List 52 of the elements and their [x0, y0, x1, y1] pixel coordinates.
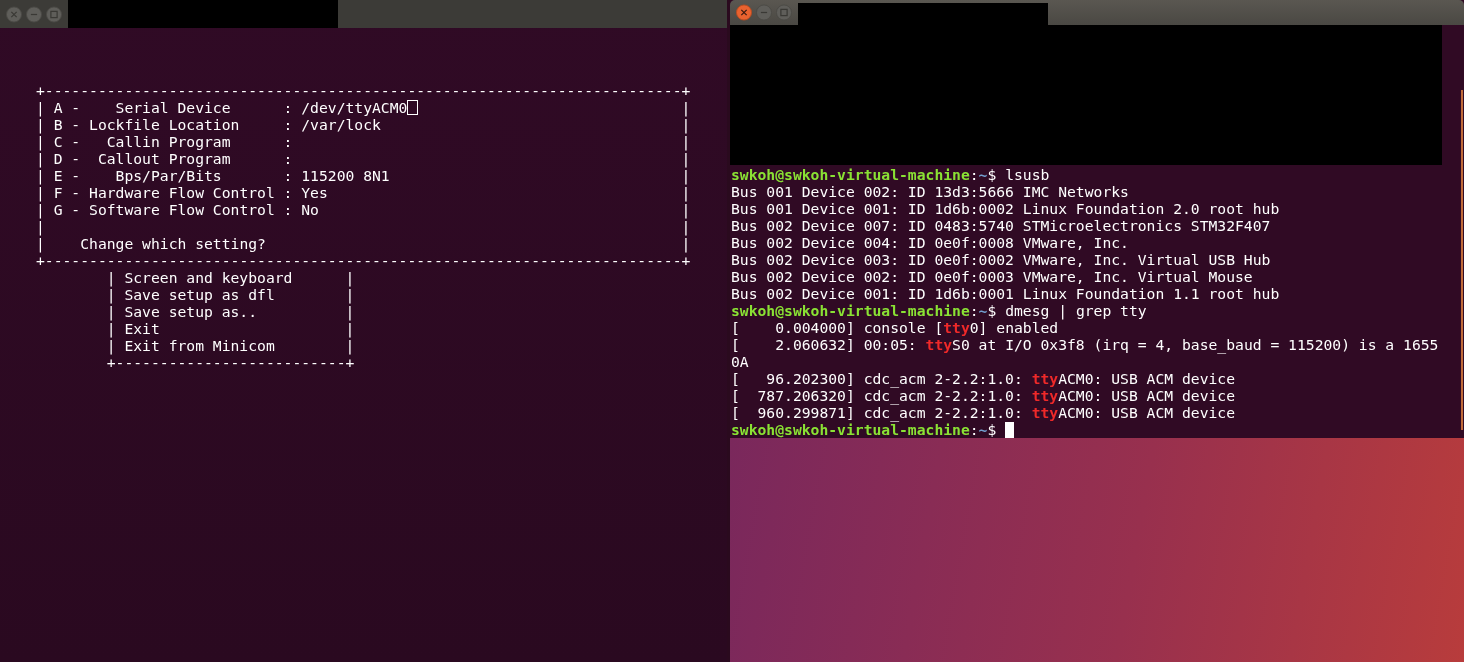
- terminal-line: [ 960.299871] cdc_acm 2-2.2:1.0: ttyACM0: USB ACM device: [731, 404, 1236, 421]
- terminal-line: Bus 002 Device 007: ID 0483:5740 STMicroelectronics STM32F407: [731, 217, 1271, 234]
- terminal-line: [ 2.060632] 00:05: ttyS0 at I/O 0x3f8 (irq = 4, base_baud = 115200) is a 1655: [731, 336, 1439, 353]
- terminal-line: [ 0.004000] console [tty0] enabled: [731, 319, 1059, 336]
- terminal-line: | Change which setting?: [36, 235, 266, 252]
- terminal-line: Bus 001 Device 002: ID 13d3:5666 IMC Networks: [731, 183, 1129, 200]
- menu-item[interactable]: | Exit from Minicom: [106, 337, 275, 354]
- minimize-icon[interactable]: [26, 5, 42, 23]
- border-char: |: [345, 320, 355, 337]
- border-char: |: [345, 337, 355, 354]
- terminal-line: | C - Callin Program :: [36, 133, 293, 150]
- border-char: |: [681, 184, 691, 201]
- menu-item[interactable]: | Exit: [106, 320, 160, 337]
- border-char: |: [681, 133, 691, 150]
- menu-item[interactable]: | Save setup as..: [106, 303, 258, 320]
- border-char: |: [681, 201, 691, 218]
- terminal-line: [ 787.206320] cdc_acm 2-2.2:1.0: ttyACM0: USB ACM device: [731, 387, 1236, 404]
- close-icon[interactable]: [736, 4, 752, 21]
- terminal-line: [ 96.202300] cdc_acm 2-2.2:1.0: ttyACM0: USB ACM device: [731, 370, 1236, 387]
- border-char: |: [681, 218, 691, 235]
- border-char: |: [345, 286, 355, 303]
- terminal-line: | F - Hardware Flow Control : Yes: [36, 184, 328, 201]
- terminal-line: swkoh@swkoh-virtual-machine:~$: [731, 421, 998, 438]
- terminal-line: swkoh@swkoh-virtual-machine:~$ dmesg | grep tty: [731, 302, 1147, 319]
- border-char: |: [681, 99, 691, 116]
- border-char: |: [681, 150, 691, 167]
- terminal-line: Bus 002 Device 003: ID 0e0f:0002 VMware, Inc. Virtual USB Hub: [731, 251, 1271, 268]
- maximize-icon[interactable]: [776, 4, 792, 21]
- border-char: |: [681, 116, 691, 133]
- terminal-line: | E - Bps/Par/Bits : 115200 8N1: [36, 167, 390, 184]
- terminal-line: +------------------------------------------------------------------------+: [36, 252, 691, 269]
- terminal-line: +------------------------------------------------------------------------+: [36, 82, 691, 99]
- terminal-line: Bus 002 Device 001: ID 1d6b:0001 Linux Foundation 1.1 root hub: [731, 285, 1280, 302]
- terminal-line: swkoh@swkoh-virtual-machine:~$ lsusb: [731, 166, 1050, 183]
- terminal-line: Bus 002 Device 004: ID 0e0f:0008 VMware, Inc.: [731, 234, 1129, 251]
- menu-item[interactable]: | Screen and keyboard: [106, 269, 293, 286]
- terminal-line: Bus 001 Device 001: ID 1d6b:0002 Linux Foundation 2.0 root hub: [731, 200, 1280, 217]
- border-char: |: [681, 167, 691, 184]
- menu-item[interactable]: | Save setup as dfl: [106, 286, 275, 303]
- terminal-line: | D - Callout Program :: [36, 150, 293, 167]
- terminal-line: | G - Software Flow Control : No: [36, 201, 319, 218]
- border-char: |: [345, 303, 355, 320]
- close-icon[interactable]: [6, 5, 22, 23]
- terminal-line: | B - Lockfile Location : /var/lock: [36, 116, 381, 133]
- minimize-icon[interactable]: [756, 4, 772, 21]
- border-char: |: [345, 269, 355, 286]
- border-char: |: [681, 235, 691, 252]
- terminal-line: Bus 002 Device 002: ID 0e0f:0003 VMware, Inc. Virtual Mouse: [731, 268, 1253, 285]
- terminal-line: | A - Serial Device : /dev/ttyACM0: [36, 99, 408, 116]
- maximize-icon[interactable]: [46, 5, 62, 23]
- terminal-line: 0A: [731, 353, 749, 370]
- terminal-line: |: [36, 218, 45, 235]
